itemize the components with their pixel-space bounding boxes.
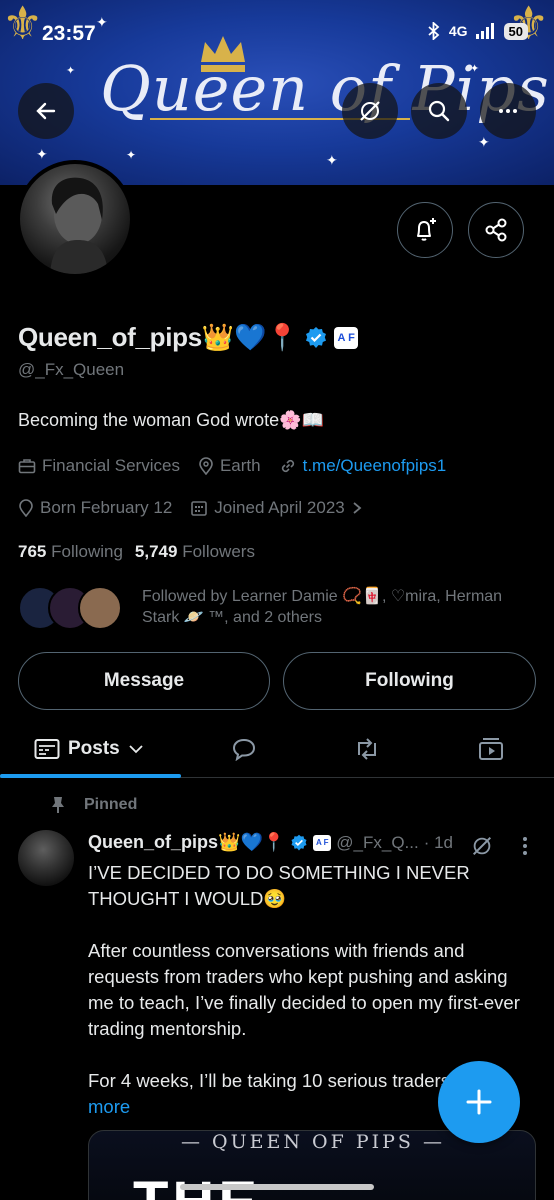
show-more-link[interactable]: more	[88, 1096, 130, 1118]
follow-counts: 765 Following 5,749 Followers	[18, 542, 255, 562]
display-name: Queen_of_pips👑💙📍	[18, 322, 299, 352]
profile-category: Financial Services	[42, 456, 180, 475]
tab-replies[interactable]	[231, 720, 257, 778]
followed-by-row[interactable]: Followed by Learner Damie 📿🀄, ♡mira, Her…	[18, 586, 532, 630]
network-type: 4G	[448, 23, 468, 39]
followers-count: 5,749	[134, 542, 178, 561]
link-icon	[281, 459, 294, 473]
sparkle-icon: ✦	[36, 146, 48, 162]
pin-icon	[52, 797, 64, 813]
posts-icon	[34, 739, 60, 759]
notifications-button[interactable]	[397, 202, 453, 258]
post-header: Queen_of_pips👑💙📍 A F @_Fx_Q... · 1d	[88, 832, 453, 853]
home-indicator[interactable]	[180, 1184, 374, 1190]
tab-posts[interactable]: Posts	[34, 720, 144, 778]
grok-icon	[360, 101, 380, 121]
location-item: Earth	[198, 456, 261, 476]
profile-tabs: Posts	[0, 720, 554, 778]
tab-media[interactable]	[478, 720, 504, 778]
battery-level: 50	[503, 22, 528, 40]
post-author-avatar[interactable]	[18, 830, 74, 886]
more-vertical-icon	[523, 837, 527, 855]
plus-icon	[466, 1089, 492, 1115]
post-text: I’VE DECIDED TO DO SOMETHING I NEVER THO…	[88, 862, 520, 1091]
post-affiliate-badge: A F	[313, 834, 332, 851]
follower-avatar	[78, 586, 122, 630]
profile-joined: Joined April 2023	[214, 498, 345, 517]
more-options-button[interactable]	[480, 83, 536, 139]
profile-bio: Becoming the woman God wrote🌸📖	[18, 410, 324, 430]
profile-dates-row: Born February 12 Joined April 2023	[18, 498, 363, 518]
signal-icon	[475, 23, 494, 39]
following-count-link[interactable]: 765 Following	[18, 542, 123, 562]
following-count: 765	[18, 542, 47, 561]
profile-location: Earth	[219, 456, 261, 475]
following-label: Following	[51, 542, 123, 561]
bell-plus-icon	[417, 218, 436, 241]
profile-born: Born February 12	[40, 498, 173, 517]
followers-count-link[interactable]: 5,749 Followers	[135, 542, 255, 562]
post-author-name[interactable]: Queen_of_pips👑💙📍	[88, 832, 285, 853]
share-icon	[485, 218, 507, 242]
search-icon	[428, 100, 450, 122]
affiliate-badge[interactable]: A F	[334, 326, 359, 349]
sparkle-icon: ✦	[326, 152, 338, 168]
category-item: Financial Services	[18, 456, 180, 476]
profile-avatar[interactable]	[16, 160, 134, 278]
tab-posts-label: Posts	[68, 738, 120, 759]
status-time: 23:57	[42, 22, 96, 45]
profile-handle: @_Fx_Queen	[18, 360, 125, 379]
grok-icon	[472, 836, 492, 856]
briefcase-icon	[18, 459, 36, 474]
calendar-icon	[191, 501, 208, 516]
profile-name-row: Queen_of_pips👑💙📍 A F	[18, 322, 359, 353]
birthday-icon	[19, 499, 33, 517]
sparkle-icon: ✦	[126, 148, 137, 162]
reply-icon	[232, 738, 256, 761]
sparkle-icon: ✦	[478, 134, 490, 150]
pinned-label: Pinned	[84, 796, 138, 813]
following-button[interactable]: Following	[283, 652, 536, 710]
born-item: Born February 12	[18, 498, 172, 518]
chevron-down-icon	[129, 745, 143, 754]
profile-meta-row: Financial Services Earth t.me/Queenofpip…	[18, 456, 446, 476]
sparkle-icon: ✦	[66, 65, 76, 77]
back-button[interactable]	[18, 83, 74, 139]
share-button[interactable]	[468, 202, 524, 258]
repost-icon	[358, 738, 376, 760]
profile-website-link[interactable]: t.me/Queenofpips1	[303, 456, 447, 476]
search-button[interactable]	[411, 83, 467, 139]
joined-item[interactable]: Joined April 2023	[190, 498, 362, 518]
pinned-label-row: Pinned	[50, 796, 137, 814]
status-icons: 4G 50	[427, 22, 528, 40]
followed-by-text: Followed by Learner Damie 📿🀄, ♡mira, Her…	[142, 588, 503, 626]
message-button[interactable]: Message	[18, 652, 270, 710]
media-icon	[479, 738, 503, 760]
status-bar: 23:57 4G 50	[0, 20, 554, 50]
followers-label: Followers	[182, 542, 255, 561]
tab-reposts[interactable]	[353, 720, 381, 778]
website-item[interactable]: t.me/Queenofpips1	[279, 456, 447, 476]
post-age: · 1d	[423, 832, 454, 852]
post-author-handle: @_Fx_Q...	[336, 832, 419, 852]
compose-button[interactable]	[438, 1061, 520, 1143]
bluetooth-icon	[428, 22, 440, 40]
verified-badge-icon	[291, 834, 307, 850]
active-tab-indicator	[0, 774, 181, 778]
grok-button[interactable]	[342, 83, 398, 139]
location-pin-icon	[199, 457, 213, 475]
chevron-right-icon	[353, 502, 362, 514]
back-arrow-icon	[36, 102, 56, 120]
verified-badge-icon[interactable]	[304, 326, 328, 350]
more-icon	[499, 109, 517, 113]
avatar-portrait	[50, 177, 108, 274]
